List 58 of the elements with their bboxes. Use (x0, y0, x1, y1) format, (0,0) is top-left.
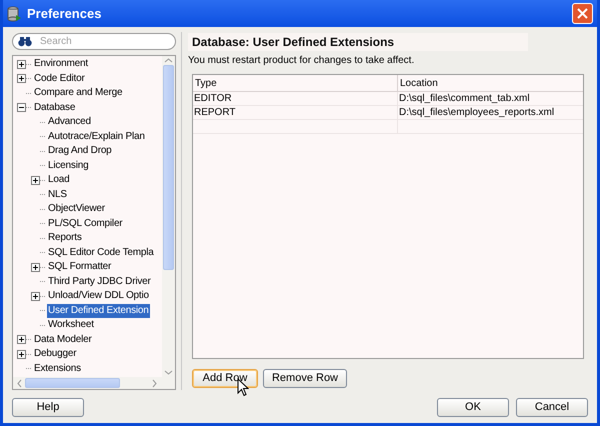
tree-item[interactable]: Database (33, 100, 76, 115)
horizontal-scrollbar[interactable] (13, 377, 175, 389)
tree-item[interactable]: PL/SQL Compiler (47, 216, 124, 231)
tree-item[interactable]: SQL Editor Code Templa (47, 246, 155, 260)
restart-message: You must restart product for changes to take affect. (188, 54, 416, 68)
table-cell: REPORT (193, 106, 398, 119)
tree-item[interactable]: ObjectViewer (47, 202, 106, 216)
add-row-button[interactable]: Add Row (192, 369, 258, 388)
tree-item[interactable]: Licensing (47, 158, 90, 173)
tree-item[interactable]: User Defined Extension (47, 304, 150, 318)
tree-item[interactable]: Third Party JDBC Driver (47, 274, 152, 289)
cancel-button[interactable]: Cancel (516, 398, 588, 417)
collapse-icon[interactable] (17, 103, 26, 112)
vertical-scrollbar[interactable] (162, 56, 175, 377)
tree-item[interactable]: NLS (47, 188, 68, 202)
tree-item[interactable]: Code Editor (33, 72, 86, 86)
tree-item[interactable]: Extensions (33, 362, 82, 376)
panel-title: Database: User Defined Extensions (188, 33, 528, 51)
help-button[interactable]: Help (12, 398, 84, 417)
tree-item[interactable]: Drag And Drop (47, 144, 113, 158)
expand-icon[interactable] (17, 350, 26, 359)
table-cell: EDITOR (193, 92, 398, 105)
table-cell-text: D:\sql_files\comment_tab.xml (398, 92, 531, 105)
scrollbar-thumb[interactable] (163, 65, 174, 270)
tree-item[interactable]: Worksheet (47, 318, 95, 332)
scroll-down-icon[interactable] (164, 368, 173, 377)
column-header[interactable]: Location (398, 75, 583, 91)
database-icon (7, 6, 21, 22)
remove-row-button[interactable]: Remove Row (263, 369, 347, 388)
table-cell-text: D:\sql_files\employees_reports.xml (398, 106, 556, 119)
scroll-up-icon[interactable] (164, 56, 173, 65)
search-field[interactable]: Search (12, 33, 176, 50)
expand-icon[interactable] (31, 292, 40, 301)
tree-item[interactable]: Data Modeler (33, 332, 93, 347)
tree-item[interactable]: Debugger (33, 347, 78, 362)
close-button[interactable] (572, 3, 593, 24)
tree-item[interactable]: Autotrace/Explain Plan (47, 130, 146, 144)
tree-item[interactable]: Compare and Merge (33, 86, 124, 100)
scroll-right-icon[interactable] (151, 378, 159, 388)
tree-item[interactable]: Load (47, 173, 70, 188)
expand-icon[interactable] (17, 335, 26, 344)
tree-item[interactable]: Unload/View DDL Optio (47, 289, 150, 304)
tree-item[interactable]: SQL Formatter (47, 260, 112, 274)
search-input[interactable]: Search (40, 34, 170, 49)
expand-icon[interactable] (31, 176, 40, 185)
column-header[interactable]: Type (193, 75, 398, 91)
tree-item[interactable]: Reports (47, 231, 83, 246)
window-title: Preferences (27, 4, 102, 23)
tree-item[interactable]: Advanced (47, 115, 92, 130)
scrollbar-thumb[interactable] (25, 378, 120, 388)
tree-item[interactable]: Environment (33, 57, 89, 72)
binoculars-icon (18, 36, 32, 47)
close-icon (577, 8, 588, 19)
scroll-left-icon[interactable] (15, 378, 23, 388)
expand-icon[interactable] (31, 262, 40, 272)
expand-icon[interactable] (17, 74, 26, 84)
expand-icon[interactable] (17, 60, 26, 69)
ok-button[interactable]: OK (437, 398, 509, 417)
